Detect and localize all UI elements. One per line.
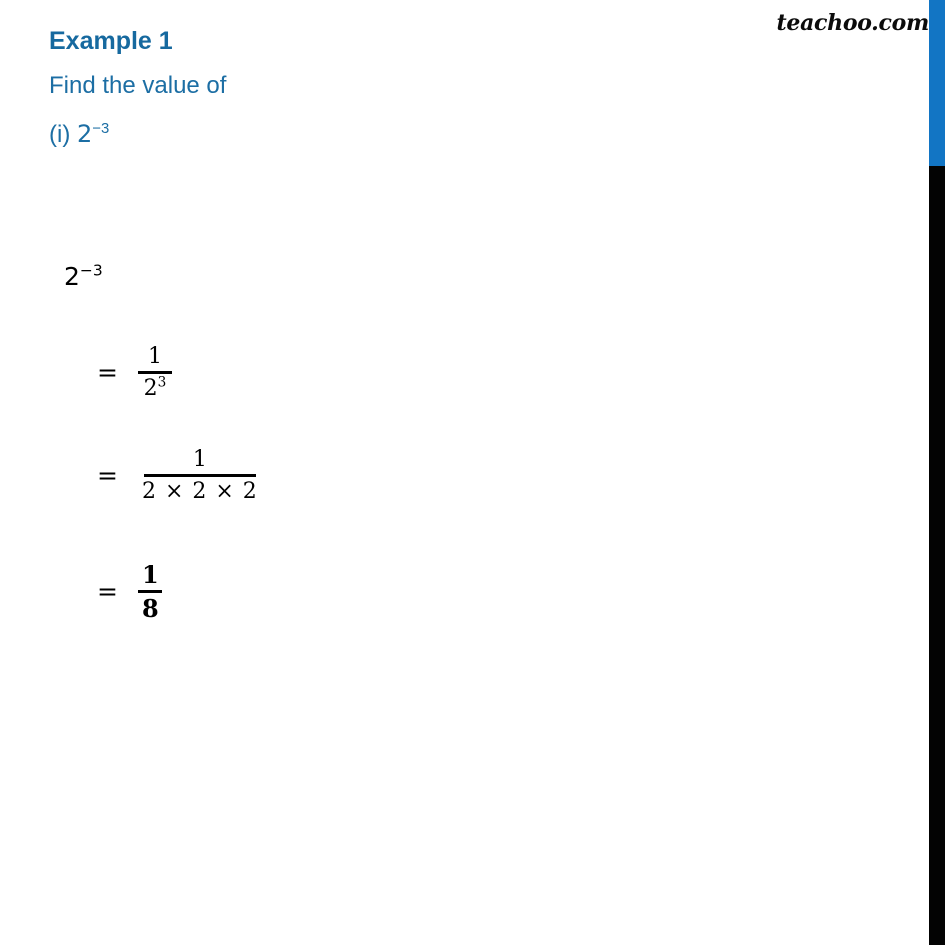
solution-start-expression: 2−3 bbox=[64, 262, 103, 291]
solution-step-3-final-answer: = 1 8 bbox=[97, 562, 163, 621]
fraction-denominator: 8 bbox=[141, 594, 159, 624]
start-base: 2 bbox=[64, 262, 80, 291]
fraction-one-over-eight: 1 8 bbox=[138, 562, 163, 621]
denominator-base: 2 bbox=[143, 376, 158, 402]
equals-sign: = bbox=[97, 577, 118, 607]
solution-area: 2−3 = 1 23 = 1 2 × 2 × 2 = 1 8 bbox=[0, 0, 929, 945]
fraction-bar bbox=[143, 474, 256, 478]
fraction-numerator: 1 bbox=[147, 344, 162, 369]
right-edge-black-bar bbox=[929, 166, 945, 945]
equals-sign: = bbox=[97, 461, 118, 491]
fraction-numerator: 1 bbox=[192, 447, 207, 472]
start-exponent: −3 bbox=[79, 261, 103, 280]
equals-sign: = bbox=[97, 358, 118, 388]
fraction-bar bbox=[138, 590, 163, 594]
solution-step-2: = 1 2 × 2 × 2 bbox=[97, 448, 262, 503]
fraction-denominator: 2 × 2 × 2 bbox=[141, 479, 258, 505]
fraction-one-over-two-times-two-times-two: 1 2 × 2 × 2 bbox=[138, 448, 262, 503]
solution-step-1: = 1 23 bbox=[97, 345, 172, 400]
fraction-denominator: 23 bbox=[140, 374, 171, 402]
fraction-one-over-two-cubed: 1 23 bbox=[137, 344, 172, 402]
fraction-bar bbox=[137, 371, 172, 375]
right-edge-blue-bar bbox=[929, 0, 945, 166]
denominator-exponent: 3 bbox=[157, 374, 167, 391]
fraction-numerator: 1 bbox=[141, 560, 159, 589]
